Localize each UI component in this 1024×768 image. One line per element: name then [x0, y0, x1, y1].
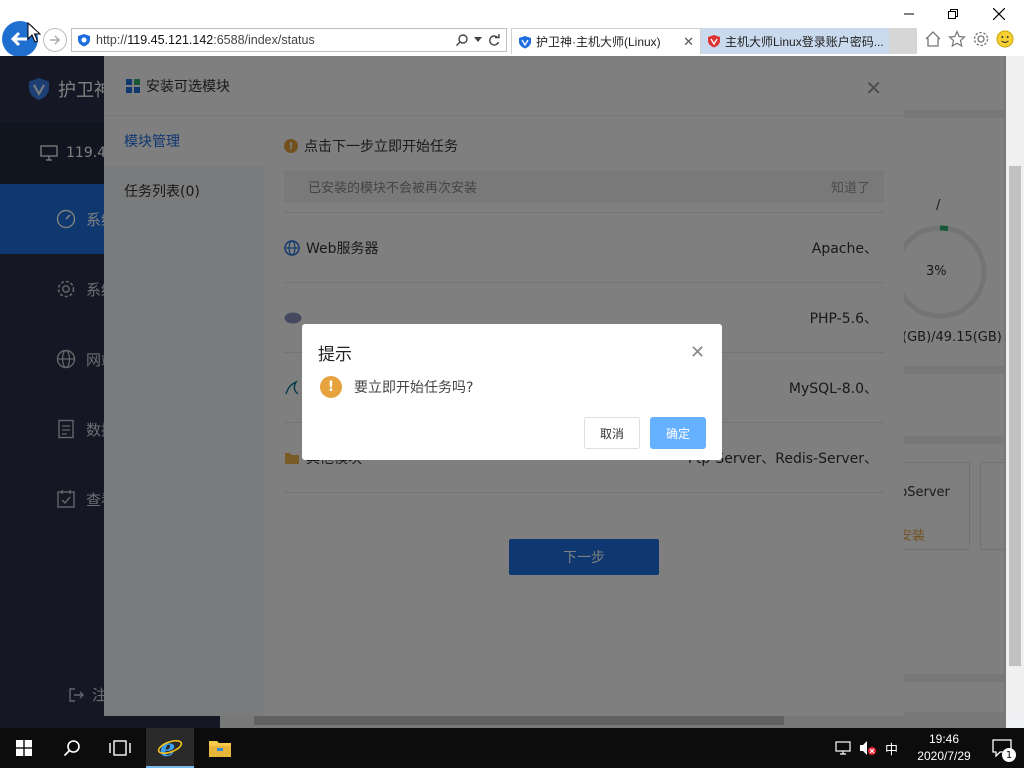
- windows-logo-icon: [16, 740, 32, 756]
- confirm-button[interactable]: 确定: [650, 417, 706, 449]
- chevron-down-icon[interactable]: [474, 37, 482, 43]
- internet-explorer-icon: e: [157, 735, 183, 759]
- restore-button[interactable]: [930, 0, 976, 28]
- url-text: http://119.45.121.142:6588/index/status: [96, 33, 315, 47]
- close-window-button[interactable]: [976, 0, 1022, 28]
- search-button[interactable]: [48, 728, 96, 768]
- address-bar[interactable]: http://119.45.121.142:6588/index/status: [71, 28, 507, 52]
- svg-text:e: e: [160, 735, 175, 759]
- refresh-icon[interactable]: [488, 34, 500, 46]
- system-tray: 中 19:46 2020/7/29 1: [835, 728, 1024, 768]
- network-icon[interactable]: [835, 741, 851, 755]
- notification-badge: 1: [1002, 748, 1016, 762]
- dialog-message: ! 要立即开始任务吗?: [320, 376, 473, 398]
- ime-indicator[interactable]: 中: [885, 739, 898, 758]
- warning-icon: !: [320, 376, 342, 398]
- dialog-title: 提示: [318, 345, 352, 365]
- browser-chrome: http://119.45.121.142:6588/index/status …: [0, 0, 1024, 57]
- close-icon[interactable]: ✕: [690, 342, 705, 363]
- shield-icon: [519, 35, 531, 48]
- task-view-icon: [109, 740, 131, 756]
- page-scrollbar[interactable]: [1006, 56, 1024, 716]
- cancel-button[interactable]: 取消: [584, 417, 640, 449]
- tab-login-guide[interactable]: 主机大师Linux登录账户密码...: [701, 28, 889, 54]
- smiley-icon[interactable]: [996, 30, 1014, 48]
- new-tab-button[interactable]: [889, 28, 917, 54]
- forward-button[interactable]: [43, 28, 67, 52]
- star-icon[interactable]: [948, 30, 966, 48]
- confirm-dialog: 提示 ✕ ! 要立即开始任务吗? 取消 确定: [302, 324, 722, 460]
- clock[interactable]: 19:46 2020/7/29: [908, 731, 980, 765]
- site-shield-icon: [78, 34, 90, 47]
- action-center-button[interactable]: 1: [980, 728, 1024, 768]
- home-icon[interactable]: [924, 30, 942, 48]
- mouse-cursor-icon: [27, 22, 41, 43]
- forward-arrow-icon: [50, 35, 61, 45]
- taskbar-explorer-button[interactable]: [196, 728, 244, 768]
- tab-close-icon[interactable]: ✕: [683, 34, 694, 50]
- red-shield-icon: [708, 35, 720, 48]
- task-view-button[interactable]: [96, 728, 144, 768]
- taskbar: e 中 19:46 2020/7/29 1: [0, 728, 1024, 768]
- search-icon[interactable]: [456, 34, 468, 46]
- gear-icon[interactable]: [972, 30, 990, 48]
- start-button[interactable]: [0, 728, 48, 768]
- taskbar-ie-button[interactable]: e: [146, 728, 194, 768]
- folder-icon: [209, 741, 231, 757]
- volume-muted-icon[interactable]: [859, 740, 877, 756]
- tab-huweishen[interactable]: 护卫神·主机大师(Linux) ✕: [511, 28, 701, 54]
- search-icon: [63, 740, 80, 757]
- minimize-button[interactable]: [886, 0, 932, 28]
